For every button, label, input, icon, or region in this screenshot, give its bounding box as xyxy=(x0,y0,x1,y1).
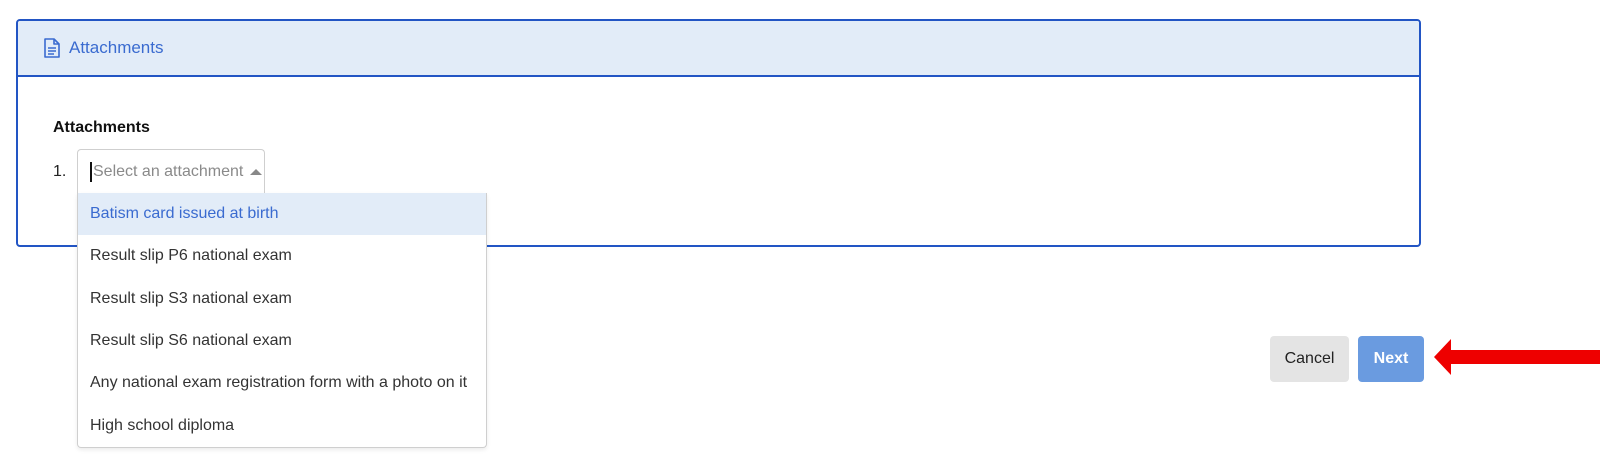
file-text-icon xyxy=(43,38,61,58)
item-number: 1. xyxy=(53,163,67,180)
attachment-select[interactable]: Select an attachment xyxy=(77,149,265,193)
cancel-button[interactable]: Cancel xyxy=(1270,336,1349,382)
select-placeholder: Select an attachment xyxy=(93,162,244,180)
text-cursor xyxy=(90,161,92,182)
annotation-arrow-icon xyxy=(1434,339,1600,375)
dropdown-option[interactable]: Batism card issued at birth xyxy=(78,193,486,236)
page: Attachments Attachments 1. Select an att… xyxy=(0,0,1600,468)
dropdown-option[interactable]: High school diploma xyxy=(78,404,486,446)
dropdown-option[interactable]: Result slip P6 national exam xyxy=(78,235,486,277)
dropdown-option[interactable]: Result slip S6 national exam xyxy=(78,320,486,362)
attachment-dropdown-menu: Batism card issued at birth Result slip … xyxy=(77,193,487,448)
chevron-up-icon[interactable] xyxy=(250,168,263,175)
dropdown-option[interactable]: Result slip S3 national exam xyxy=(78,278,486,320)
attachments-field-label: Attachments xyxy=(53,119,150,136)
card-title: Attachments xyxy=(69,38,164,57)
next-button[interactable]: Next xyxy=(1358,336,1424,382)
card-header: Attachments xyxy=(18,21,1419,77)
dropdown-option[interactable]: Any national exam registration form with… xyxy=(78,362,486,404)
